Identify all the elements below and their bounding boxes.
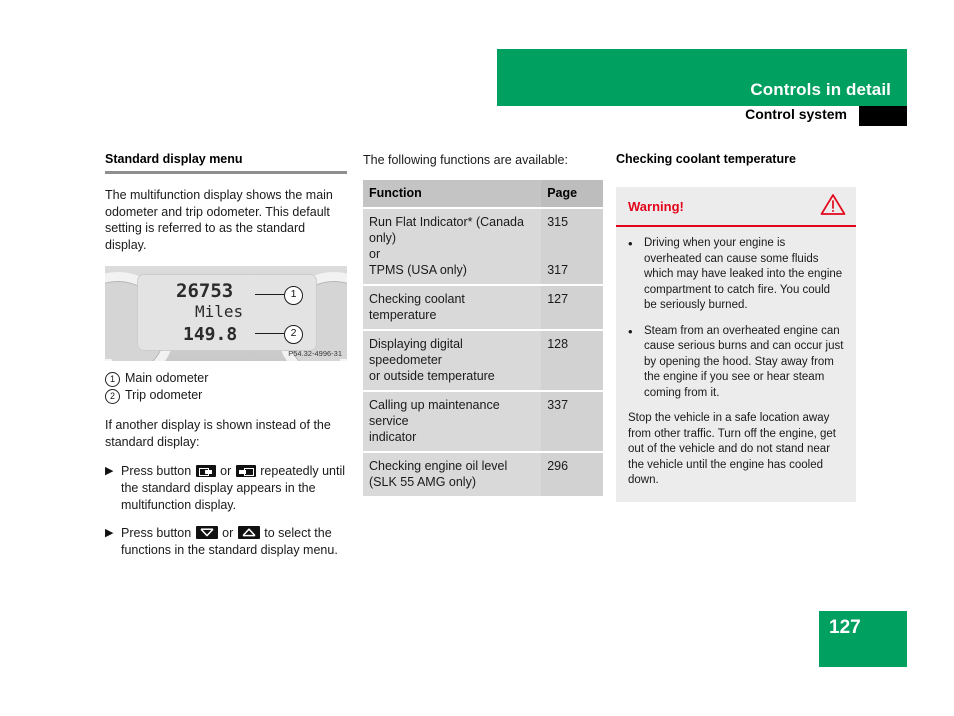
warning-bullet-text: Steam from an overheated engine can caus… <box>644 324 844 399</box>
main-odometer-value: 26753 <box>176 280 234 302</box>
footer-page-block: 127 <box>819 611 907 667</box>
right-column: Checking coolant temperature Warning! • … <box>616 152 856 502</box>
function-line: Checking coolant temperature <box>369 291 465 322</box>
table-cell-function: Checking coolant temperature <box>363 284 542 331</box>
warning-header: Warning! <box>616 187 856 227</box>
instrument-cluster-figure: 26753 Miles 149.8 1 2 P54.32-4996-31 <box>105 266 347 361</box>
legend-number-2: 2 <box>105 389 120 404</box>
callout-marker-1: 1 <box>284 286 303 305</box>
bullet-dot-icon: • <box>628 323 633 339</box>
table-cell-page: 296 <box>541 451 603 498</box>
function-line: indicator <box>369 429 417 444</box>
legend-item: 1 Main odometer <box>105 370 347 387</box>
table-row: Checking coolant temperature 127 <box>363 284 603 331</box>
warning-closing-paragraph: Stop the vehicle in a safe location away… <box>628 412 836 486</box>
warning-bullet: • Steam from an overheated engine can ca… <box>628 324 844 402</box>
table-header-row: Function Page <box>363 179 603 209</box>
table-row: Run Flat Indicator* (Canada only) or TPM… <box>363 207 603 286</box>
step-2-conjunction: or <box>222 526 234 540</box>
table-cell-function: Checking engine oil level (SLK 55 AMG on… <box>363 451 542 498</box>
function-line: Displaying digital speedometer <box>369 336 463 367</box>
step-arrow-icon: ▶ <box>105 465 114 477</box>
function-line: (SLK 55 AMG only) <box>369 474 476 489</box>
callout-2-leader-line <box>255 333 284 335</box>
trip-odometer-value: 149.8 <box>183 324 238 345</box>
header-section-title: Controls in detail <box>750 80 891 99</box>
table-header-page: Page <box>541 179 603 209</box>
warning-bullet-text: Driving when your engine is overheated c… <box>644 237 843 311</box>
legend-number-1: 1 <box>105 372 120 387</box>
function-line: TPMS (USA only) <box>369 262 467 277</box>
odometer-unit-label: Miles <box>195 302 244 321</box>
right-section-heading: Checking coolant temperature <box>616 152 796 166</box>
page-left-button-icon[interactable] <box>195 465 216 477</box>
functions-intro: The following functions are available: <box>363 153 568 167</box>
table-cell-page: 128 <box>541 329 603 392</box>
function-line: Checking engine oil level <box>369 458 508 473</box>
table-cell-page: 315 317 <box>541 207 603 286</box>
chevron-up-button-icon[interactable] <box>237 526 260 539</box>
header-subsection-title: Control system <box>745 106 847 122</box>
table-row: Calling up maintenance service indicator… <box>363 390 603 453</box>
warning-triangle-icon <box>820 193 846 221</box>
table-cell-page: 127 <box>541 284 603 331</box>
instruction-step-1: ▶ Press button or repeatedly until the s… <box>105 463 347 514</box>
table-cell-function: Run Flat Indicator* (Canada only) or TPM… <box>363 207 542 286</box>
step-1-text-before: Press button <box>121 464 192 478</box>
left-section-heading: Standard display menu <box>105 152 243 166</box>
page-number: 127 <box>829 617 861 638</box>
lead-in-paragraph: If another display is shown instead of t… <box>105 418 331 449</box>
left-column: Standard display menu The multifunction … <box>105 152 347 570</box>
table-row: Displaying digital speedometer or outsid… <box>363 329 603 392</box>
header-subsection-row: Control system <box>497 106 907 126</box>
page-number: 317 <box>547 262 569 277</box>
functions-table: Function Page Run Flat Indicator* (Canad… <box>363 179 603 498</box>
bullet-dot-icon: • <box>628 236 633 251</box>
legend-label-1: Main odometer <box>125 371 209 385</box>
page-right-button-icon[interactable] <box>235 465 256 477</box>
function-line: Run Flat Indicator* (Canada only) <box>369 214 524 245</box>
step-1-conjunction: or <box>220 464 232 478</box>
step-2-text-before: Press button <box>121 526 192 540</box>
legend-label-2: Trip odometer <box>125 388 203 402</box>
intro-paragraph: The multifunction display shows the main… <box>105 188 333 252</box>
header-section-bar: Controls in detail <box>497 49 907 106</box>
instruction-step-2: ▶ Press button or to select the function… <box>105 525 347 559</box>
function-line: or <box>369 246 381 261</box>
step-2-text: Press button or to select the functions … <box>121 525 347 559</box>
chevron-down-button-icon[interactable] <box>195 526 218 539</box>
page-spacer <box>547 230 597 262</box>
function-line: Calling up maintenance service <box>369 397 500 428</box>
warning-title: Warning! <box>628 199 684 214</box>
legend-item: 2 Trip odometer <box>105 387 347 404</box>
warning-bullet: • Driving when your engine is overheated… <box>628 236 844 314</box>
table-row: Checking engine oil level (SLK 55 AMG on… <box>363 451 603 498</box>
callout-marker-2: 2 <box>284 325 303 344</box>
function-line: or outside temperature <box>369 368 495 383</box>
section-heading-rule <box>105 171 347 174</box>
warning-body: • Driving when your engine is overheated… <box>616 227 856 502</box>
figure-legend: 1 Main odometer 2 Trip odometer <box>105 370 347 404</box>
page-number: 315 <box>547 214 569 229</box>
middle-column: The following functions are available: F… <box>363 152 603 498</box>
header-black-tab-marker <box>859 106 907 126</box>
table-cell-function: Calling up maintenance service indicator <box>363 390 542 453</box>
warning-box: Warning! • Driving when your engine is o… <box>616 187 856 502</box>
table-header-function: Function <box>363 179 542 209</box>
step-1-text: Press button or repeatedly until the sta… <box>121 463 347 514</box>
table-cell-page: 337 <box>541 390 603 453</box>
step-arrow-icon: ▶ <box>105 527 114 539</box>
callout-1-leader-line <box>255 294 284 296</box>
table-cell-function: Displaying digital speedometer or outsid… <box>363 329 542 392</box>
figure-caption: P54.32-4996-31 <box>288 349 342 358</box>
